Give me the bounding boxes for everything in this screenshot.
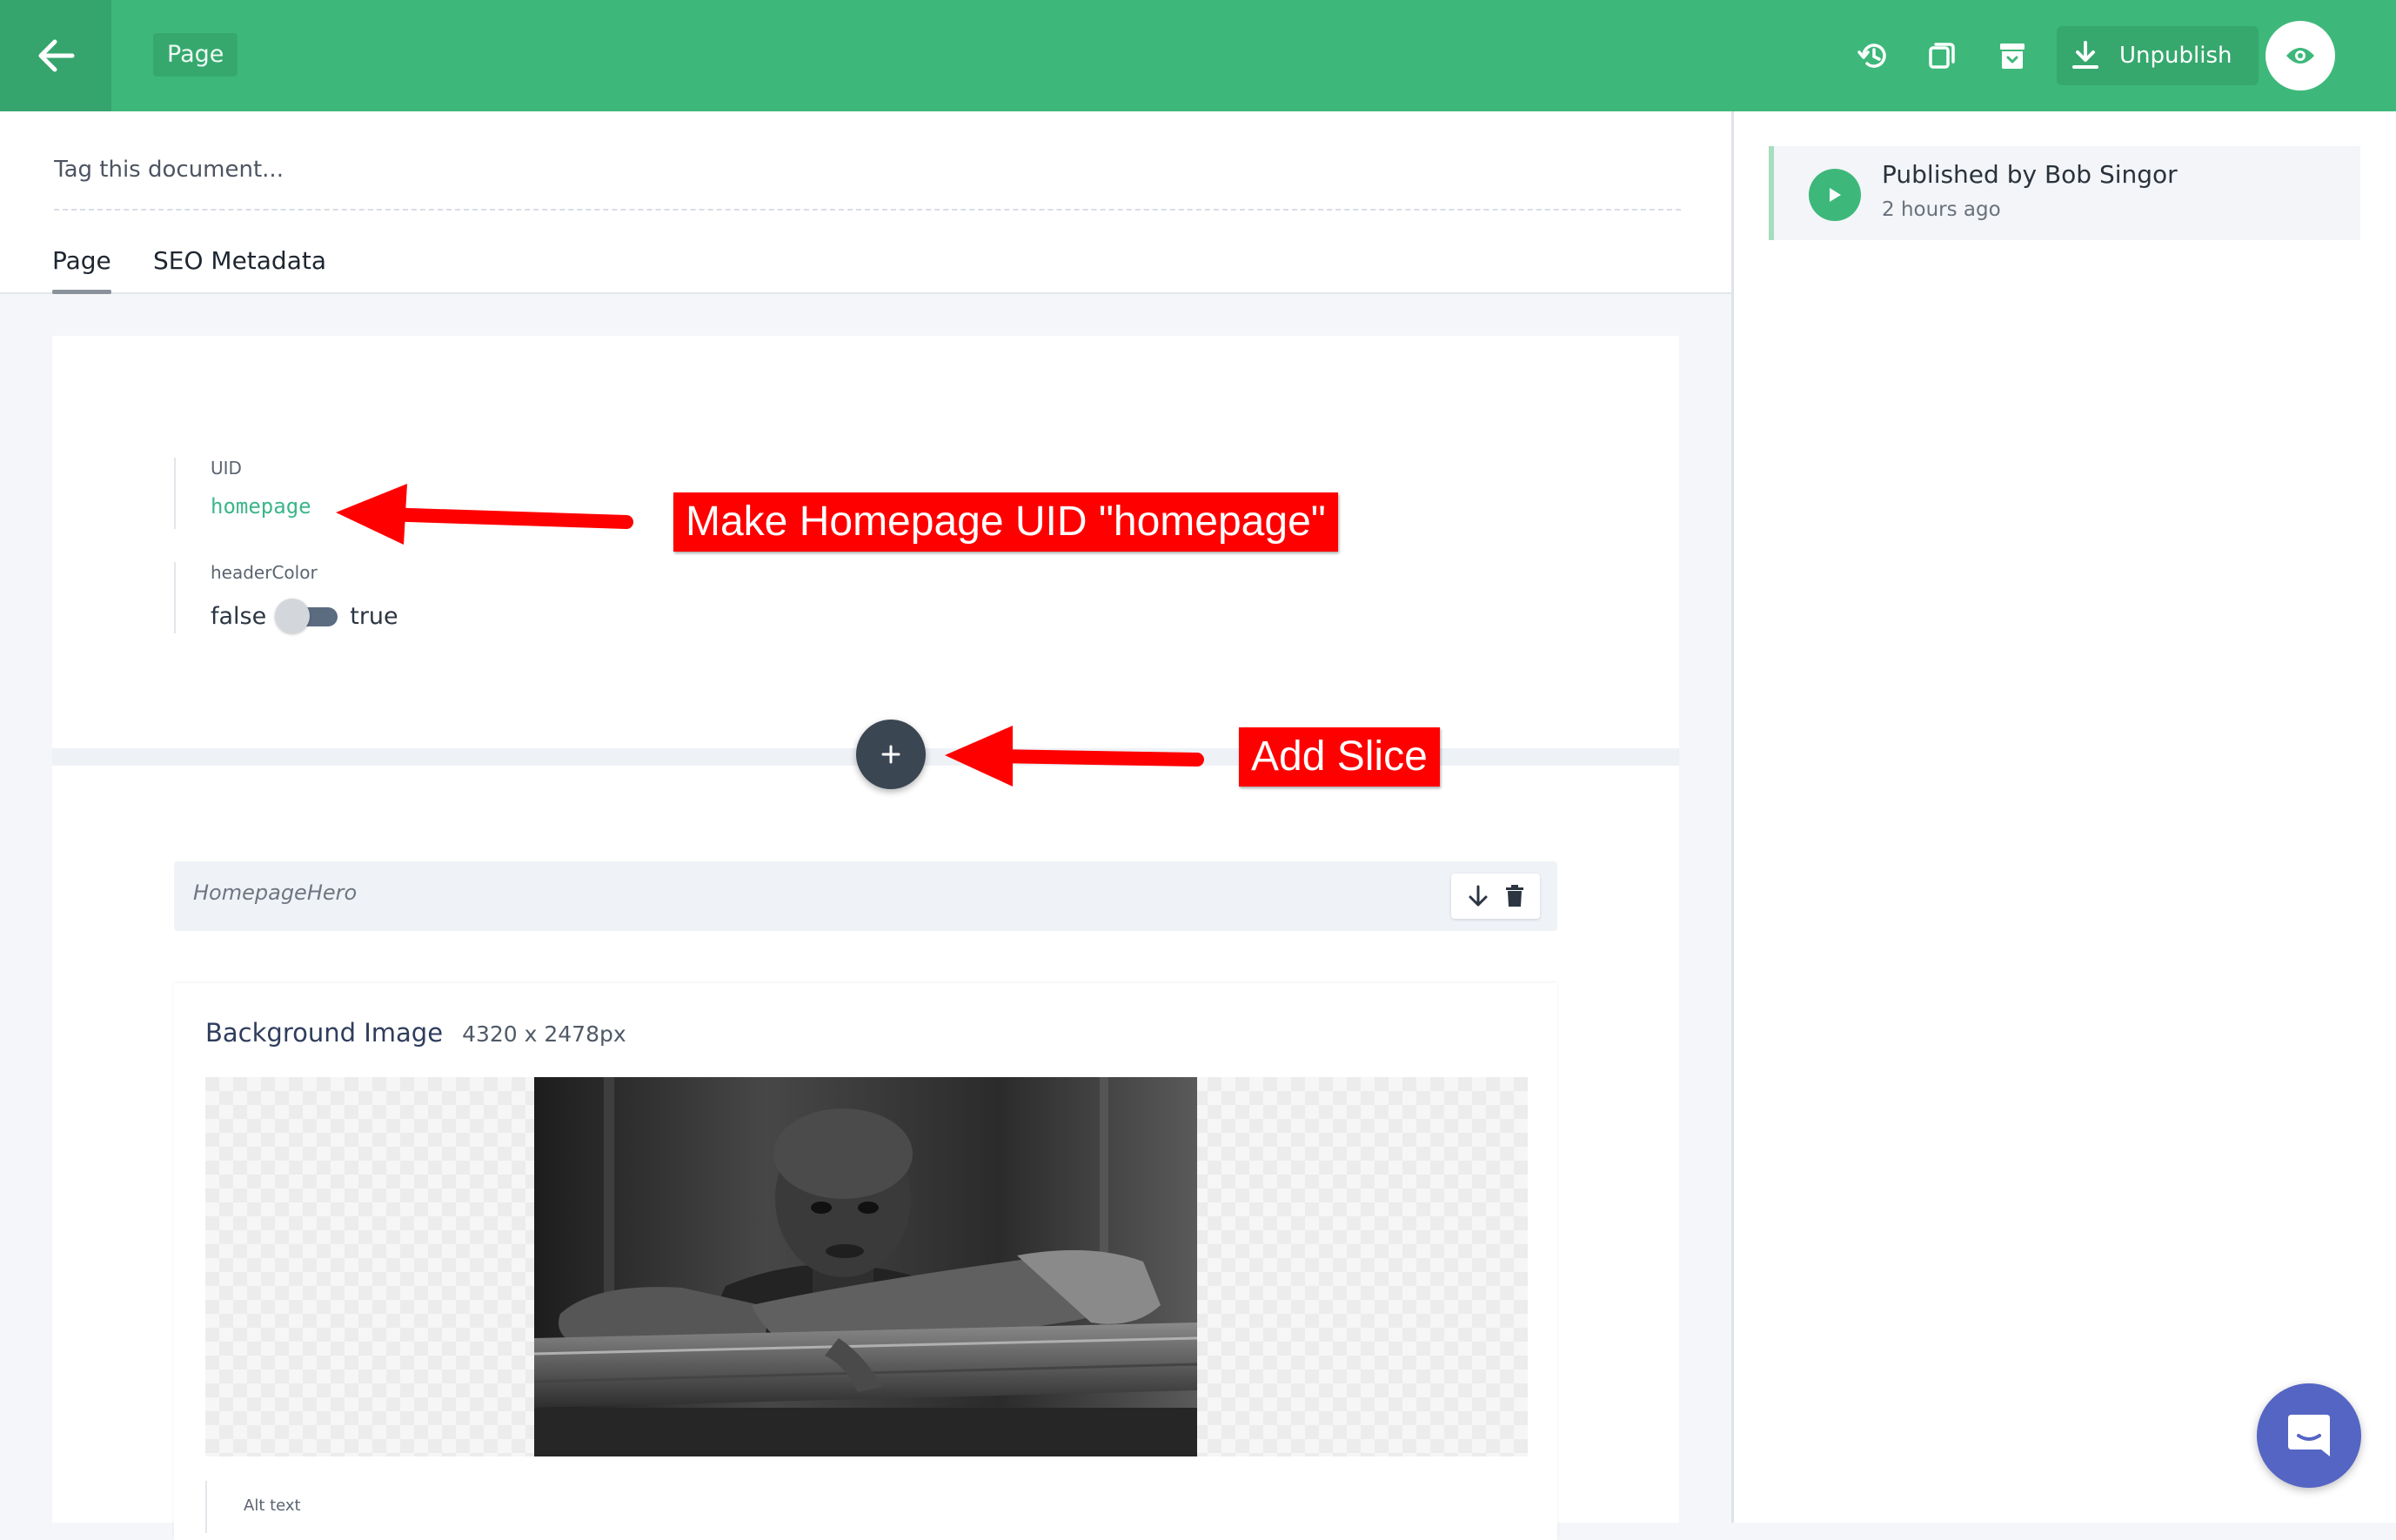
image-upload-area[interactable] [205,1077,1528,1456]
tab-seo-metadata[interactable]: SEO Metadata [153,242,326,294]
download-icon [2072,41,2098,69]
top-bar: Page Unpublish [0,0,2396,111]
eye-icon [2286,48,2314,64]
header-color-toggle[interactable] [275,599,341,633]
duplicate-button[interactable] [1922,35,1964,77]
chat-icon [2288,1415,2330,1456]
copy-icon [1929,43,1955,69]
uid-annotation-label: Make Homepage UID "homepage" [673,492,1338,552]
history-icon [1857,44,1886,68]
history-button[interactable] [1853,35,1895,77]
background-image-field: Background Image 4320 x 2478px Alt text [174,983,1557,1540]
trash-icon[interactable] [1505,885,1524,907]
archive-button[interactable] [1991,35,2033,77]
header-color-toggle-row: false true [211,599,398,633]
slice-header: HomepageHero [174,861,1557,931]
arrow-left-icon [38,39,75,72]
header-color-label: headerColor [211,562,318,583]
slice-card: HomepageHero Background Image 4320 x 247… [52,766,1679,1540]
unpublish-label: Unpublish [2119,43,2232,69]
toggle-knob [275,599,311,633]
chat-button[interactable] [2257,1383,2361,1488]
toggle-false-label: false [211,602,267,630]
unpublish-button[interactable]: Unpublish [2057,26,2259,85]
toggle-true-label: true [350,602,398,630]
alt-text-field[interactable]: Alt text [205,1481,301,1533]
back-button[interactable] [0,0,111,111]
archive-icon [2000,44,2025,69]
image-dimensions: 4320 x 2478px [462,1021,626,1047]
published-status-dot [1809,169,1861,221]
uid-field: UID homepage [174,458,311,529]
header-color-field: headerColor false true [174,562,398,633]
document-header: Page SEO Metadata [0,111,1731,294]
publish-status-title: Published by Bob Singor [1882,160,2178,189]
publish-status-card: Published by Bob Singor 2 hours ago [1769,146,2360,240]
document-type-label: Page [153,33,238,77]
uid-value[interactable]: homepage [211,494,311,519]
tab-page[interactable]: Page [52,242,111,294]
image-field-title: Background Image 4320 x 2478px [205,1018,626,1048]
arrow-down-icon[interactable] [1467,884,1489,908]
slice-name: HomepageHero [193,880,358,905]
publish-status-time: 2 hours ago [1882,198,2001,221]
slice-actions [1451,874,1540,919]
preview-button[interactable] [2265,21,2335,90]
alt-text-label: Alt text [244,1496,301,1515]
image-field-label: Background Image [205,1018,444,1048]
status-panel: Published by Bob Singor 2 hours ago [1734,111,2396,1523]
background-photo [534,1077,1197,1456]
uid-label: UID [211,458,242,479]
play-icon [1830,188,1841,202]
add-slice-button[interactable] [856,720,926,789]
tag-input[interactable] [54,150,1681,211]
slice-annotation-label: Add Slice [1239,727,1440,787]
plus-icon [881,745,900,764]
